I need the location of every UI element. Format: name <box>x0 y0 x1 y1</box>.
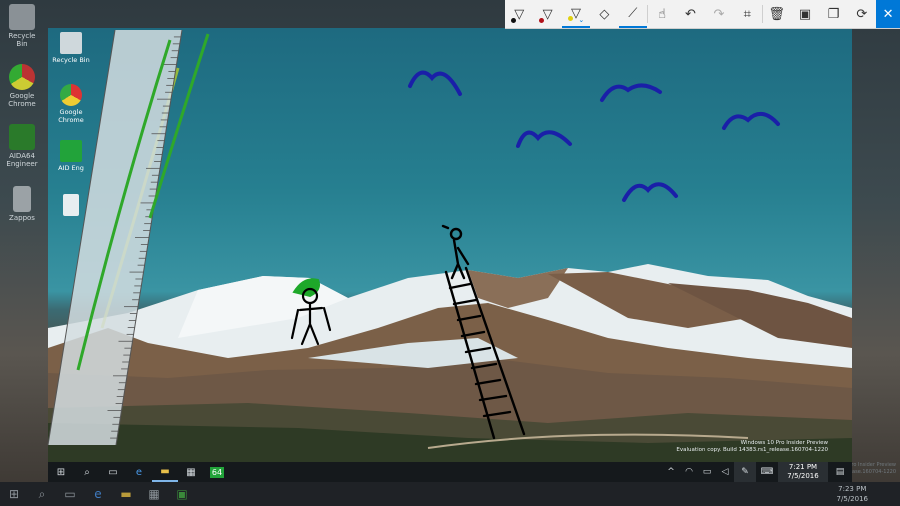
clock-date: 7/5/2016 <box>836 495 868 503</box>
chevron-down-icon[interactable]: ⌄ <box>578 16 584 24</box>
outer-recycle-bin[interactable]: Recycle Bin <box>2 4 42 48</box>
ballpoint-pen-button[interactable]: ▽ <box>505 0 533 28</box>
share-icon: ⟳ <box>856 6 868 22</box>
color-dot-red <box>539 18 545 23</box>
system-tray: ^ ◠ ▭ ◁ ✎ ⌨ 7:21 PM 7/5/2016 ▤ <box>662 462 852 482</box>
touch-writing-button[interactable]: ☝ <box>648 0 676 28</box>
close-button[interactable]: ✕ <box>876 0 900 28</box>
undo-button[interactable]: ↶ <box>676 0 704 28</box>
aida64-icon: 64 <box>209 466 225 478</box>
aida64-taskbar[interactable]: 64 <box>204 462 230 482</box>
keyboard-icon[interactable]: ⌨ <box>756 467 778 477</box>
clear-button[interactable]: 🗑 <box>762 0 790 28</box>
crop-button[interactable]: ⌗ <box>733 0 761 28</box>
edge-icon[interactable]: e <box>126 462 152 482</box>
pencil-button[interactable]: ▽ <box>533 0 561 28</box>
color-dot-black <box>511 18 516 23</box>
clock-date: 7/5/2016 <box>787 472 819 480</box>
copy-button[interactable]: ❐ <box>819 0 847 28</box>
ruler-button[interactable]: ⟋ <box>618 0 648 28</box>
volume-icon[interactable]: ◁ <box>716 467 734 477</box>
pen-workspace-icon[interactable]: ✎ <box>734 462 756 482</box>
inner-clock[interactable]: 7:21 PM 7/5/2016 <box>778 462 828 482</box>
outer-icon-label: AIDA64 Engineer <box>6 152 38 168</box>
task-view-icon[interactable]: ▭ <box>56 482 84 506</box>
file-icon <box>13 186 31 212</box>
copy-icon: ❐ <box>827 6 840 22</box>
search-icon[interactable]: ⌕ <box>28 482 56 506</box>
highlighter-button[interactable]: ▽ ⌄ <box>561 0 591 28</box>
task-view-icon[interactable]: ▭ <box>100 462 126 482</box>
store-icon[interactable]: ▦ <box>178 462 204 482</box>
save-button[interactable]: ▣ <box>791 0 819 28</box>
color-dot-yellow <box>567 16 573 21</box>
share-button[interactable]: ⟳ <box>848 0 876 28</box>
ink-birds <box>408 70 780 202</box>
inner-taskbar: ⊞ ⌕ ▭ e ▬ ▦ 64 ^ ◠ ▭ ◁ ✎ ⌨ 7:21 PM 7/5/2… <box>48 462 852 482</box>
store-icon[interactable]: ▦ <box>140 482 168 506</box>
clock-time: 7:23 PM <box>838 485 867 493</box>
battery-icon[interactable]: ▭ <box>698 467 716 477</box>
close-icon: ✕ <box>882 6 894 22</box>
outer-file[interactable]: Zappos <box>2 186 42 222</box>
eraser-icon: ◇ <box>599 6 610 22</box>
outer-taskbar: ⊞ ⌕ ▭ e ▬ ▦ ▣ <box>0 482 900 506</box>
outer-icon-label: Google Chrome <box>8 92 36 108</box>
watermark-line: Windows 10 Pro Insider Preview <box>740 440 828 446</box>
save-icon: ▣ <box>798 6 812 22</box>
crop-icon: ⌗ <box>743 6 751 22</box>
outer-clock[interactable]: 7:23 PM 7/5/2016 <box>837 484 868 504</box>
chevron-up-icon[interactable]: ^ <box>662 467 680 477</box>
ruler[interactable] <box>60 30 180 450</box>
touch-icon: ☝ <box>658 6 667 22</box>
file-explorer-icon[interactable]: ▬ <box>112 482 140 506</box>
start-icon[interactable]: ⊞ <box>48 462 74 482</box>
eraser-button[interactable]: ◇ <box>590 0 618 28</box>
outer-icon-label: Recycle Bin <box>8 32 36 48</box>
pen-icon: ▽ <box>542 6 553 22</box>
notifications-icon[interactable]: ▤ <box>828 467 852 477</box>
ruler-icon: ⟋ <box>628 5 638 21</box>
undo-icon: ↶ <box>685 6 696 22</box>
recycle-bin-icon <box>9 4 35 30</box>
aida64-icon[interactable]: ▣ <box>168 482 196 506</box>
watermark-line: Evaluation copy. Build 14383.rs1_release… <box>676 447 828 453</box>
outer-icon-label: Zappos <box>9 214 35 222</box>
chrome-icon <box>9 64 35 90</box>
trash-icon: 🗑 <box>768 6 785 22</box>
redo-icon: ↷ <box>713 6 725 22</box>
ink-workspace-toolbar: ▽ ▽ ▽ ⌄ ◇ ⟋ ☝ ↶ ↷ ⌗ 🗑 ▣ ❐ ⟳ ✕ <box>505 0 900 29</box>
outer-chrome[interactable]: Google Chrome <box>2 64 42 108</box>
inner-watermark: Windows 10 Pro Insider Preview Evaluatio… <box>676 440 828 454</box>
outer-aida64[interactable]: AIDA64 Engineer <box>2 124 42 168</box>
start-icon[interactable]: ⊞ <box>0 482 28 506</box>
file-explorer-icon[interactable]: ▬ <box>152 462 178 482</box>
edge-icon[interactable]: e <box>84 482 112 506</box>
clock-time: 7:21 PM <box>788 463 818 471</box>
network-icon[interactable]: ◠ <box>680 467 698 477</box>
redo-button[interactable]: ↷ <box>705 0 733 28</box>
search-icon[interactable]: ⌕ <box>74 462 100 482</box>
aida64-icon <box>9 124 35 150</box>
